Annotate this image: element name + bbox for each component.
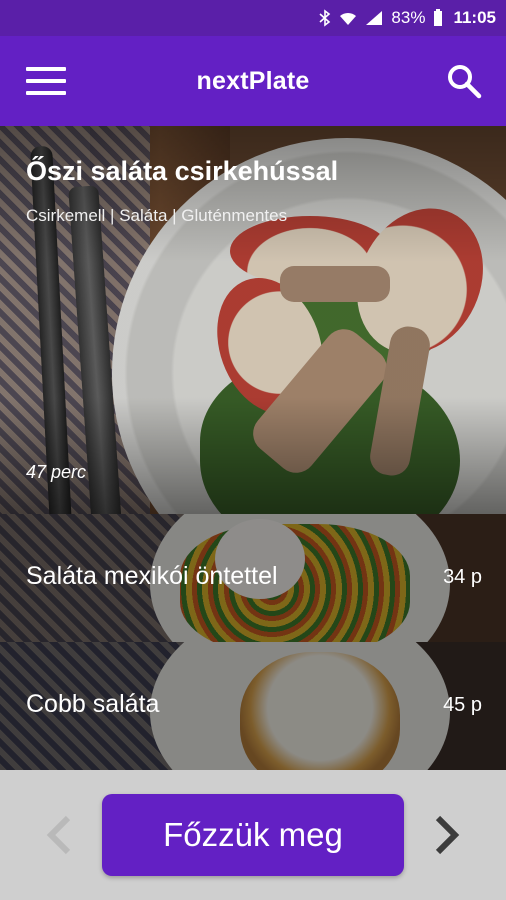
recipe-list-item[interactable]: Cobb saláta 45 p	[0, 642, 506, 770]
chevron-left-icon[interactable]	[44, 815, 74, 855]
menu-icon[interactable]	[26, 67, 66, 95]
chevron-right-icon[interactable]	[432, 815, 462, 855]
app-title: nextPlate	[196, 66, 310, 95]
featured-recipe-card[interactable]: Őszi saláta csirkehússal Csirkemell | Sa…	[0, 126, 506, 514]
battery-percent: 83%	[391, 8, 426, 27]
recipe-title: Cobb saláta	[26, 690, 160, 718]
recipe-title: Saláta mexikói öntettel	[26, 562, 278, 590]
wifi-icon	[339, 10, 357, 26]
status-bar: 83% 11:05	[0, 0, 506, 36]
cook-button[interactable]: Főzzük meg	[102, 794, 404, 876]
recipe-time: 45 p	[443, 694, 482, 716]
recipe-time: 34 p	[443, 566, 482, 588]
recipe-list-item[interactable]: Saláta mexikói öntettel 34 p	[0, 514, 506, 642]
bluetooth-icon	[319, 9, 331, 27]
battery-icon	[433, 9, 443, 27]
hero-recipe-tags: Csirkemell | Saláta | Gluténmentes	[26, 206, 288, 225]
status-time: 11:05	[453, 8, 496, 27]
search-icon[interactable]	[446, 63, 482, 99]
signal-icon	[365, 10, 383, 26]
bottom-bar: Főzzük meg	[0, 770, 506, 900]
hero-recipe-title: Őszi saláta csirkehússal	[26, 156, 339, 186]
app-bar: nextPlate	[0, 36, 506, 126]
hero-recipe-time: 47 perc	[26, 462, 87, 482]
